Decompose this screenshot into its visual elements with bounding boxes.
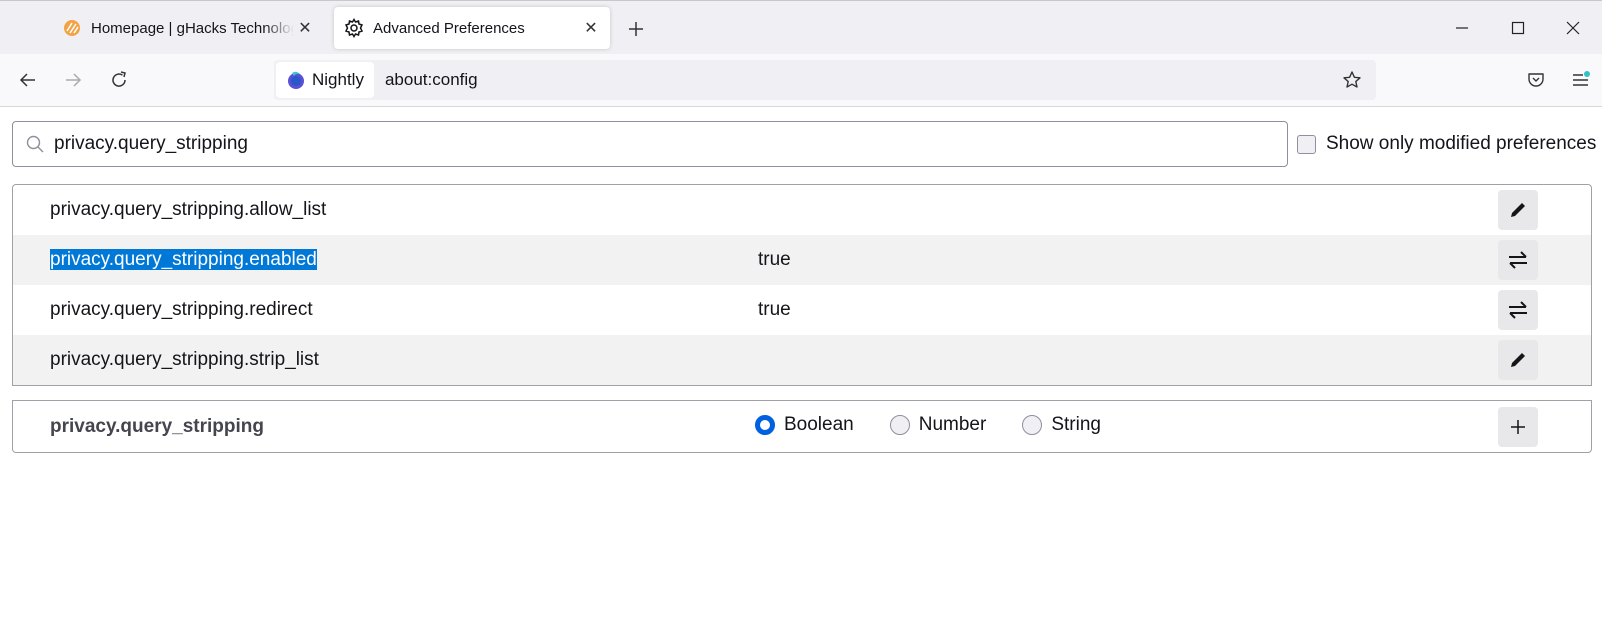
hamburger-menu-icon [1573, 71, 1590, 86]
preference-search-box[interactable] [12, 121, 1288, 167]
back-button[interactable] [10, 62, 46, 98]
pref-type-radio-group: Boolean Number String [755, 414, 1137, 436]
new-preference-row: privacy.query_stripping Boolean Number S… [12, 400, 1592, 453]
show-modified-checkbox[interactable] [1297, 134, 1316, 154]
close-tab-icon[interactable]: ✕ [294, 17, 316, 39]
toggle-arrows-icon [1509, 301, 1527, 319]
pocket-icon [1528, 73, 1544, 87]
app-menu-button[interactable] [1563, 62, 1599, 98]
tab-strip: Homepage | gHacks Technology News ✕ Adva… [0, 0, 1602, 54]
edit-button[interactable] [1498, 190, 1538, 230]
reload-button[interactable] [101, 62, 137, 98]
forward-arrow-icon [66, 73, 82, 87]
ghacks-favicon-icon [62, 18, 82, 38]
radio-label: Boolean [784, 414, 854, 435]
identity-label: Nightly [312, 70, 364, 89]
table-row[interactable]: privacy.query_stripping.enabled true [13, 235, 1591, 285]
forward-button[interactable] [55, 62, 91, 98]
new-pref-name: privacy.query_stripping [50, 416, 264, 437]
back-arrow-icon [19, 73, 35, 87]
type-string-option[interactable]: String [1022, 414, 1101, 436]
url-text[interactable]: about:config [385, 70, 1334, 90]
type-boolean-option[interactable]: Boolean [755, 414, 854, 436]
table-row[interactable]: privacy.query_stripping.strip_list [13, 335, 1591, 385]
navigation-toolbar: Nightly about:config [0, 54, 1602, 107]
show-modified-toggle[interactable]: Show only modified preferences [1297, 133, 1596, 155]
tab-advanced-preferences[interactable]: Advanced Preferences ✕ [334, 7, 610, 49]
reload-icon [112, 71, 126, 87]
toggle-button[interactable] [1498, 240, 1538, 280]
toggle-button[interactable] [1498, 290, 1538, 330]
tab-ghacks[interactable]: Homepage | gHacks Technology News ✕ [52, 7, 324, 49]
table-row[interactable]: privacy.query_stripping.allow_list [13, 185, 1591, 235]
show-modified-label: Show only modified preferences [1326, 133, 1597, 154]
pencil-icon [1511, 203, 1525, 217]
gear-icon [344, 18, 364, 38]
table-row[interactable]: privacy.query_stripping.redirect true [13, 285, 1591, 335]
minimize-icon [1456, 27, 1468, 29]
radio-button[interactable] [1022, 415, 1043, 435]
tab-title: Advanced Preferences [373, 19, 525, 37]
tab-title: Homepage | gHacks Technology News [91, 19, 294, 37]
type-number-option[interactable]: Number [889, 414, 987, 436]
plus-icon [1511, 420, 1525, 434]
pencil-icon [1511, 353, 1525, 367]
bookmark-star-button[interactable] [1334, 62, 1370, 98]
pref-name: privacy.query_stripping.allow_list [50, 199, 327, 220]
add-preference-button[interactable] [1498, 407, 1538, 447]
url-bar[interactable]: Nightly about:config [274, 60, 1376, 100]
toggle-arrows-icon [1509, 251, 1527, 269]
close-icon [1566, 21, 1580, 35]
pocket-button[interactable] [1518, 62, 1554, 98]
radio-button[interactable] [755, 415, 775, 435]
pref-value: true [758, 299, 791, 320]
edit-button[interactable] [1498, 340, 1538, 380]
pref-name: privacy.query_stripping.enabled [50, 249, 317, 270]
pref-name: privacy.query_stripping.strip_list [50, 349, 319, 370]
maximize-icon [1511, 21, 1525, 35]
minimize-button[interactable] [1439, 9, 1485, 47]
radio-button[interactable] [889, 415, 910, 435]
pref-value: true [758, 249, 791, 270]
search-input[interactable] [54, 133, 1287, 155]
pref-name: privacy.query_stripping.redirect [50, 299, 313, 320]
identity-box[interactable]: Nightly [276, 62, 374, 98]
close-window-button[interactable] [1550, 9, 1596, 47]
plus-icon [629, 22, 643, 36]
maximize-button[interactable] [1495, 9, 1541, 47]
close-tab-icon[interactable]: ✕ [580, 17, 602, 39]
radio-label: String [1051, 414, 1101, 435]
nightly-logo-icon [288, 71, 304, 89]
radio-label: Number [918, 414, 987, 435]
preferences-table: privacy.query_stripping.allow_list priva… [12, 184, 1592, 386]
new-tab-button[interactable] [622, 15, 650, 43]
search-icon [26, 135, 44, 153]
star-icon [1343, 71, 1361, 88]
